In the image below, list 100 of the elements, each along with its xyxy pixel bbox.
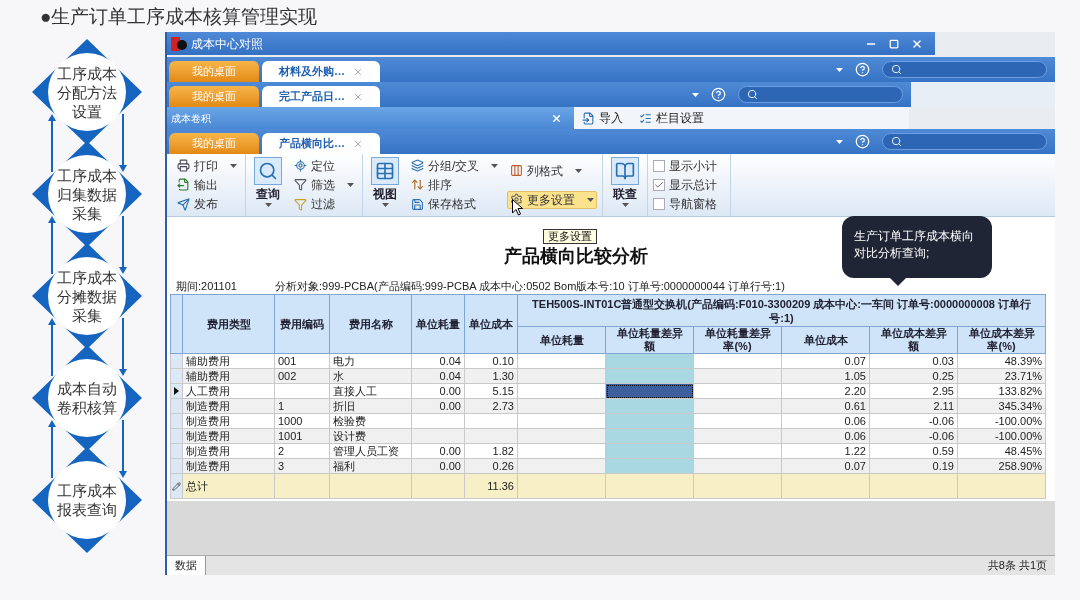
analysis-text: 分析对象:999-PCBA(产品编码:999-PCBA 成本中心:0502 Bom版本号:10 订单号:0000000044 订单行号:1) — [274, 279, 785, 294]
ribbon-button[interactable]: 列格式 — [507, 161, 598, 180]
caret-icon — [836, 67, 843, 72]
caret-icon — [621, 203, 629, 207]
checkbox-label: 导航窗格 — [669, 196, 718, 214]
tab[interactable]: 产品横向比… — [262, 133, 380, 154]
search-field[interactable] — [738, 86, 903, 103]
header-cell — [170, 294, 183, 354]
checkbox-label: 显示总计 — [669, 177, 718, 194]
book-icon — [611, 157, 640, 185]
status-tab[interactable]: 数据 — [167, 556, 206, 575]
step-label: 工序成本归集数据采集 — [56, 165, 118, 223]
ribbon-large-button[interactable]: 视图 — [368, 156, 402, 214]
search-icon — [747, 89, 758, 100]
up-arrow-icon — [48, 114, 56, 172]
close-icon[interactable] — [353, 138, 363, 149]
checkbox[interactable] — [653, 159, 666, 172]
close-icon[interactable] — [353, 66, 363, 77]
caret-icon — [230, 163, 237, 168]
ribbon-button[interactable]: 定位 — [291, 156, 357, 175]
save-icon — [411, 197, 424, 211]
tooltip: 更多设置 — [543, 229, 597, 244]
tab[interactable]: 材料及外购… — [262, 61, 380, 82]
tab[interactable]: 完工产品日… — [262, 86, 380, 107]
slide-title: ●生产订单工序成本核算管理实现 — [40, 6, 318, 27]
down-arrow-icon — [119, 216, 127, 274]
callout-tail — [890, 278, 906, 286]
toolbar-button[interactable]: 导入 — [582, 109, 623, 127]
ribbon-large-button[interactable]: 联查 — [608, 156, 643, 214]
import-icon — [582, 111, 595, 125]
up-arrow-icon — [48, 420, 56, 478]
callout: 生产订单工序成本横向对比分析查询; — [842, 216, 992, 278]
printer-icon — [177, 159, 190, 173]
table-icon — [371, 157, 399, 185]
maximize-icon[interactable] — [889, 38, 899, 49]
filter-icon — [294, 197, 307, 211]
close-icon[interactable] — [551, 112, 562, 124]
columns-icon — [510, 164, 524, 177]
period-text: 期间:201101 — [176, 279, 237, 294]
pencil-icon — [172, 482, 181, 492]
column-header: 单位耗量差异额 — [605, 326, 694, 354]
filter-icon — [294, 178, 307, 192]
caret-icon — [575, 168, 583, 173]
down-arrow-icon — [119, 420, 127, 478]
ribbon-button[interactable]: 发布 — [174, 195, 240, 214]
total-cell: 总计 — [182, 473, 275, 499]
help-icon[interactable] — [855, 134, 870, 149]
report-title: 产品横向比较分析 — [504, 246, 648, 266]
step-label: 工序成本分摊数据采集 — [56, 267, 118, 325]
ribbon-button[interactable]: 保存格式 — [408, 195, 502, 214]
step-label: 成本自动卷积核算 — [56, 379, 118, 417]
caret-icon — [692, 92, 699, 97]
ribbon-large-button[interactable]: 查询 — [251, 156, 285, 214]
ribbon-button[interactable]: 过滤 — [291, 195, 357, 214]
column-header: 单位耗量差异率(%) — [693, 326, 782, 354]
toolbar-button[interactable]: 栏目设置 — [639, 109, 704, 127]
ribbon-button[interactable]: 排序 — [408, 176, 502, 194]
list-icon — [639, 111, 652, 125]
column-header: 费用名称 — [329, 294, 412, 354]
column-header: 费用类型 — [182, 294, 275, 354]
send-icon — [177, 197, 190, 211]
caret-icon — [587, 197, 595, 202]
ribbon-button[interactable]: 输出 — [174, 176, 240, 194]
search-field[interactable] — [882, 61, 1047, 78]
ribbon-button[interactable]: 更多设置 — [507, 190, 598, 209]
up-arrow-icon — [48, 216, 56, 274]
column-header: 单位成本差异率(%) — [957, 326, 1046, 354]
checkbox[interactable] — [653, 179, 666, 191]
record-count: 共8条 共1页 — [987, 558, 1047, 574]
ribbon-button[interactable]: 打印 — [174, 156, 240, 175]
crosshair-icon — [294, 159, 307, 173]
step-label: 工序成本分配方法设置 — [56, 63, 118, 121]
current-row-icon — [174, 387, 179, 395]
up-arrow-icon — [48, 318, 56, 376]
column-header: 费用编码 — [274, 294, 330, 354]
search-icon — [254, 157, 282, 185]
close-icon[interactable] — [911, 37, 923, 50]
column-header: 单位成本 — [464, 294, 518, 354]
close-icon[interactable] — [353, 91, 363, 102]
down-arrow-icon — [119, 114, 127, 172]
step-label: 工序成本报表查询 — [56, 481, 118, 519]
group-header: TEH500S-INT01C普通型交换机(产品编码:F010-3300209 成本中心:一车间 订单号:0000000008 订单行号:1) — [517, 294, 1046, 327]
help-icon[interactable] — [711, 87, 726, 102]
dialog-title: 成本卷积 — [171, 111, 211, 126]
search-field[interactable] — [882, 133, 1047, 150]
column-header: 单位成本差异额 — [869, 326, 958, 354]
caret-icon — [381, 203, 389, 207]
caret-icon — [264, 203, 272, 207]
help-icon[interactable] — [855, 62, 870, 77]
gear-icon — [510, 193, 524, 206]
checkbox-label: 显示小计 — [669, 157, 718, 175]
down-arrow-icon — [119, 318, 127, 376]
checkbox[interactable] — [653, 198, 666, 211]
ribbon-button[interactable]: 筛选 — [291, 176, 357, 194]
ribbon-button[interactable]: 分组/交叉 — [408, 156, 502, 175]
search-icon — [891, 64, 902, 75]
column-header: 单位耗量 — [411, 294, 465, 354]
file-arrow-icon — [177, 178, 190, 192]
caret-icon — [491, 163, 499, 168]
window-title: 成本中心对照 — [191, 35, 263, 53]
